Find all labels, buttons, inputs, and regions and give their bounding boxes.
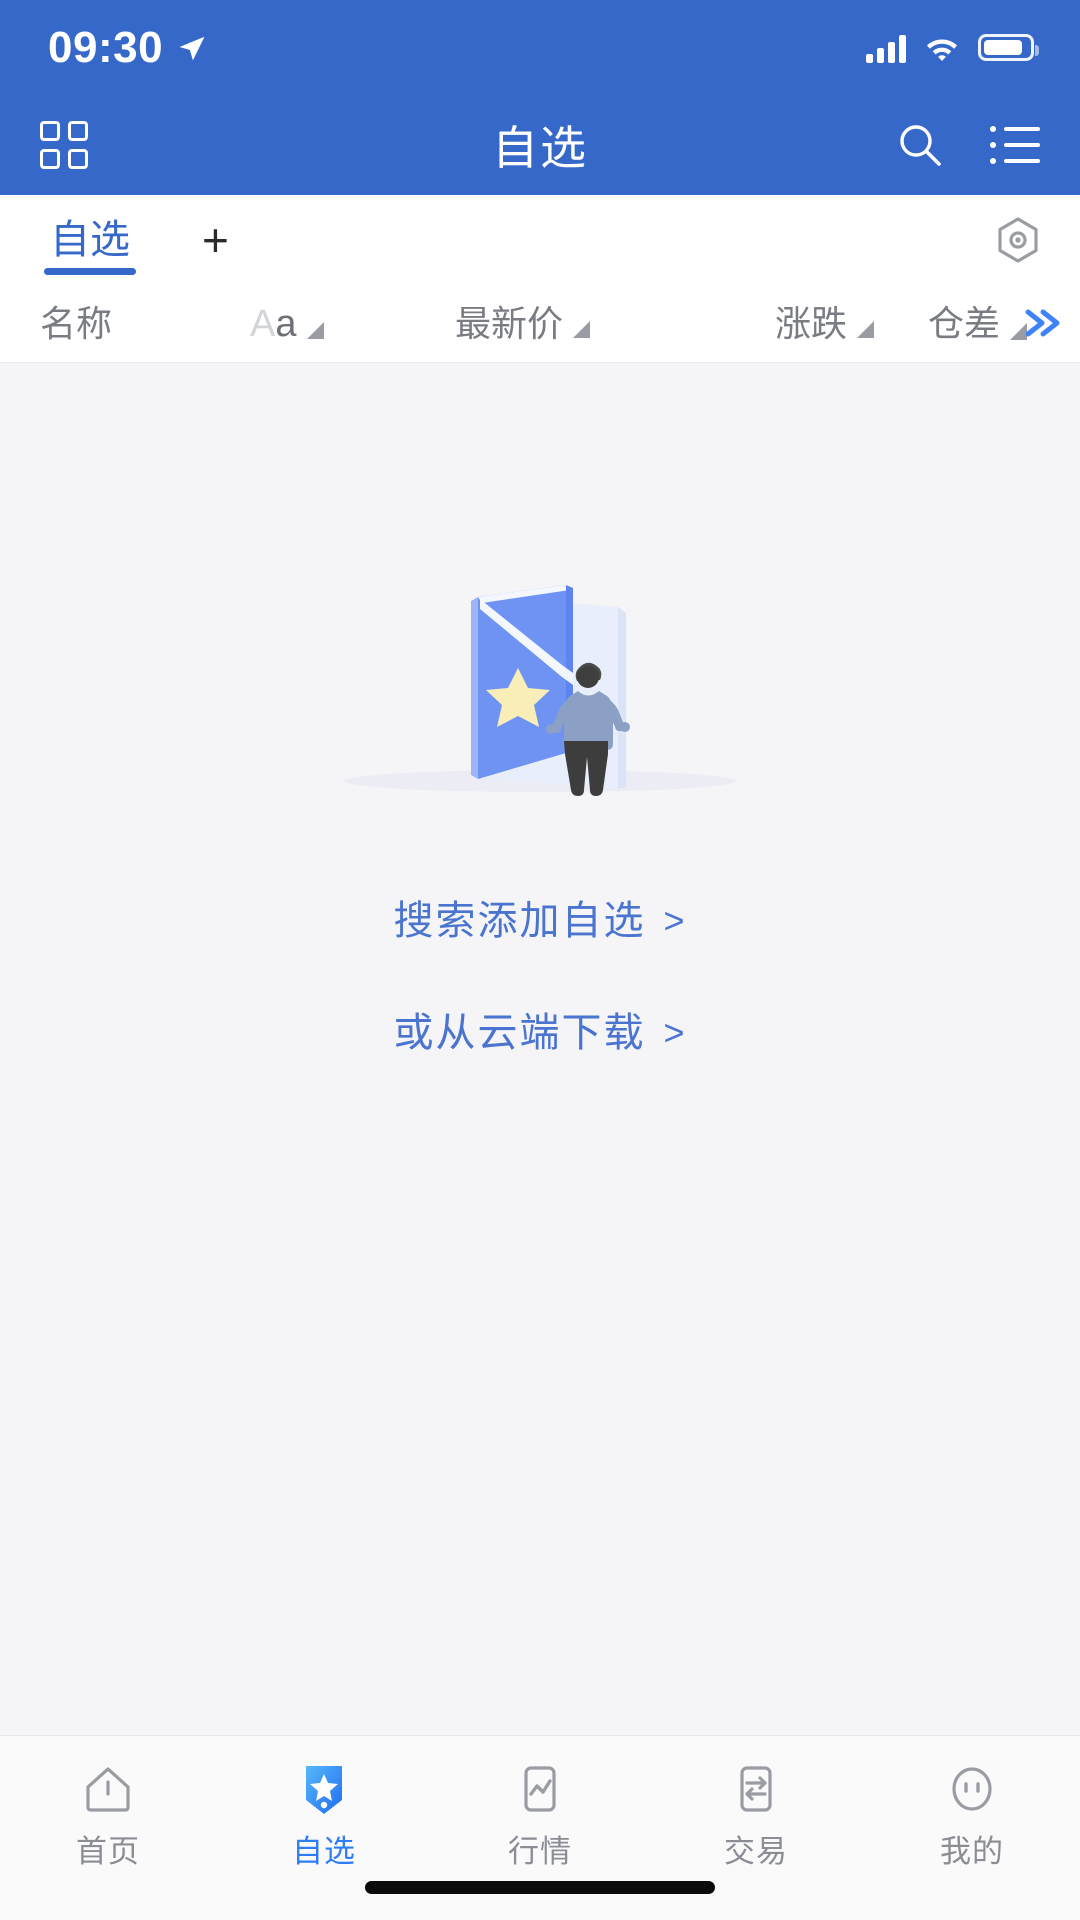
nav-label: 自选 bbox=[292, 1834, 356, 1869]
header-left bbox=[40, 121, 88, 169]
bookmark-star-icon bbox=[293, 1758, 355, 1820]
nav-item-profile[interactable]: 我的 bbox=[864, 1758, 1080, 1867]
status-bar: 09:30 bbox=[0, 0, 1080, 95]
app-screen: 09:30 自选 自选 + 名称 Aa 最新价 涨跌 仓差 搜索添加自选 > 或… bbox=[0, 0, 1080, 1920]
tab-label: 自选 bbox=[50, 218, 130, 262]
column-change[interactable]: 涨跌 bbox=[775, 302, 875, 344]
column-label: 名称 bbox=[40, 302, 113, 344]
nav-label: 交易 bbox=[724, 1834, 788, 1869]
column-label: 最新价 bbox=[455, 302, 564, 344]
wifi-icon bbox=[927, 39, 957, 61]
link-label: 或从云端下载 bbox=[393, 1011, 646, 1055]
home-icon bbox=[77, 1758, 139, 1820]
nav-item-watchlist[interactable]: 自选 bbox=[216, 1758, 432, 1867]
status-bar-right bbox=[866, 33, 1039, 63]
cellular-signal-icon bbox=[866, 33, 906, 63]
link-label: 搜索添加自选 bbox=[393, 899, 646, 943]
sort-triangle-icon bbox=[306, 321, 324, 339]
search-icon[interactable] bbox=[896, 121, 944, 169]
nav-label: 我的 bbox=[940, 1834, 1004, 1869]
column-label: Aa bbox=[250, 302, 297, 345]
chevron-right-glyph: > bbox=[663, 900, 687, 941]
status-time: 09:30 bbox=[48, 22, 164, 72]
tab-zixuan[interactable]: 自选 bbox=[44, 195, 136, 285]
tab-active-underline bbox=[44, 268, 136, 275]
chevron-right-glyph: > bbox=[663, 1012, 687, 1053]
column-label: 涨跌 bbox=[775, 302, 848, 344]
column-label: 仓差 bbox=[927, 302, 1000, 344]
nav-item-trade[interactable]: 交易 bbox=[648, 1758, 864, 1867]
nav-label: 行情 bbox=[508, 1834, 572, 1869]
nav-label: 首页 bbox=[76, 1834, 140, 1869]
status-bar-left: 09:30 bbox=[48, 22, 207, 72]
grid-menu-icon[interactable] bbox=[40, 121, 88, 169]
search-add-watchlist-link[interactable]: 搜索添加自选 > bbox=[393, 901, 686, 941]
sort-triangle-icon bbox=[857, 320, 875, 338]
header-right bbox=[896, 121, 1040, 169]
location-arrow-icon bbox=[179, 36, 205, 60]
home-indicator-bar[interactable] bbox=[365, 1881, 715, 1894]
nav-item-market[interactable]: 行情 bbox=[432, 1758, 648, 1867]
add-watchlist-button[interactable]: + bbox=[192, 217, 239, 263]
open-folder-with-star-and-person-illustration bbox=[345, 585, 735, 796]
nav-item-home[interactable]: 首页 bbox=[0, 1758, 216, 1867]
column-name[interactable]: 名称 bbox=[40, 302, 113, 344]
column-header-row: 名称 Aa 最新价 涨跌 仓差 bbox=[0, 285, 1080, 363]
trade-exchange-icon bbox=[725, 1758, 787, 1820]
market-chart-icon bbox=[509, 1758, 571, 1820]
column-position-diff[interactable]: 仓差 bbox=[927, 302, 1060, 344]
profile-face-icon bbox=[941, 1758, 1003, 1820]
app-header: 自选 bbox=[0, 95, 1080, 195]
list-icon[interactable] bbox=[990, 126, 1040, 164]
watchlist-empty-state: 搜索添加自选 > 或从云端下载 > bbox=[0, 363, 1080, 1735]
column-latest-price[interactable]: 最新价 bbox=[455, 302, 591, 344]
watchlist-tabstrip: 自选 + bbox=[0, 195, 1080, 285]
column-aa[interactable]: Aa bbox=[250, 305, 324, 343]
battery-full-icon bbox=[978, 34, 1039, 61]
sort-triangle-icon bbox=[573, 320, 591, 338]
double-chevron-right-icon[interactable] bbox=[1010, 308, 1060, 342]
hexagon-eye-icon[interactable] bbox=[992, 214, 1044, 266]
cloud-download-link[interactable]: 或从云端下载 > bbox=[393, 1013, 686, 1053]
